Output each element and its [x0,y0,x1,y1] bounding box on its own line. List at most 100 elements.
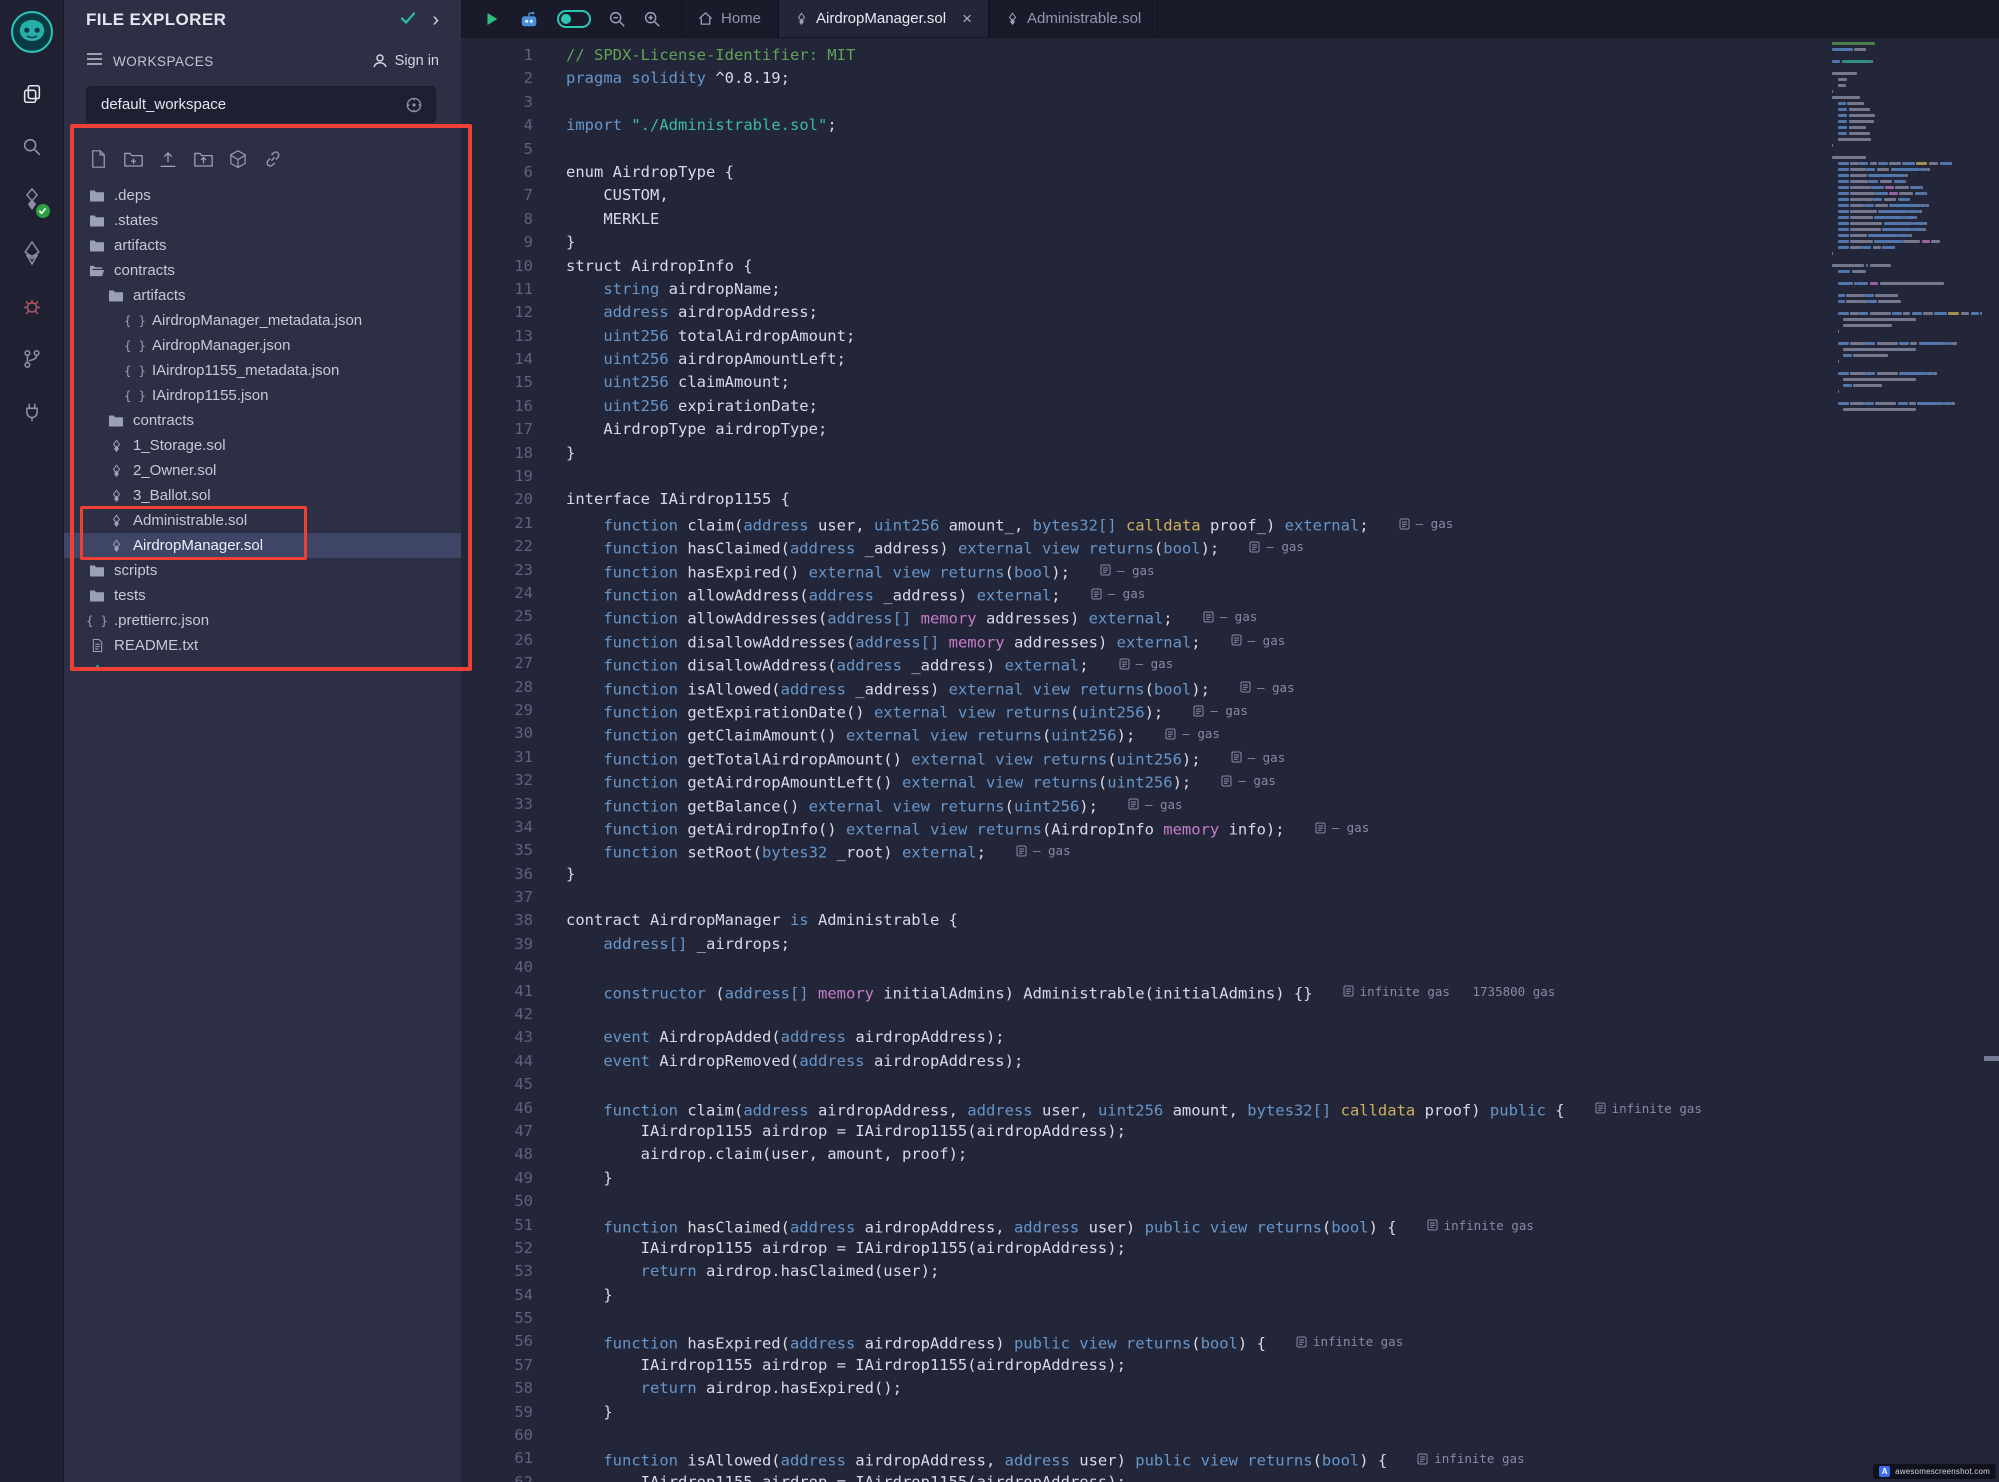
tree-item-3-ballot-sol[interactable]: 3_Ballot.sol [64,483,461,508]
minimap[interactable] [1832,40,1992,440]
code-line[interactable]: 58 return airdrop.hasExpired(); [461,1377,1999,1400]
code-line[interactable]: 3 [461,91,1999,114]
line-number[interactable]: 60 [461,1424,533,1447]
code-line[interactable]: 38contract AirdropManager is Administrab… [461,909,1999,932]
search-icon[interactable] [12,127,52,167]
line-number[interactable]: 61 [461,1447,533,1470]
code-line[interactable]: 35 function setRoot(bytes32 _root) exter… [461,839,1999,862]
line-number[interactable]: 21 [461,512,533,535]
line-number[interactable]: 22 [461,535,533,558]
plugin-manager-icon[interactable] [12,392,52,432]
line-number[interactable]: 57 [461,1354,533,1377]
code-line[interactable]: 25 function allowAddresses(address[] mem… [461,605,1999,628]
code-line[interactable]: 53 return airdrop.hasClaimed(user); [461,1260,1999,1283]
line-number[interactable]: 50 [461,1190,533,1213]
code-line[interactable]: 42 [461,1003,1999,1026]
line-number[interactable]: 38 [461,909,533,932]
line-number[interactable]: 7 [461,184,533,207]
deploy-run-icon[interactable] [12,233,52,273]
line-number[interactable]: 43 [461,1026,533,1049]
tree-item-artifacts[interactable]: artifacts [64,283,461,308]
code-line[interactable]: 10struct AirdropInfo { [461,255,1999,278]
tree-item-iairdrop1155-metadata-json[interactable]: { }IAirdrop1155_metadata.json [64,358,461,383]
line-number[interactable]: 37 [461,886,533,909]
line-number[interactable]: 54 [461,1284,533,1307]
code-line[interactable]: 26 function disallowAddresses(address[] … [461,629,1999,652]
tab-administrable-sol[interactable]: Administrable.sol [989,0,1158,37]
code-line[interactable]: 18} [461,442,1999,465]
line-number[interactable]: 1 [461,44,533,67]
line-number[interactable]: 29 [461,699,533,722]
code-line[interactable]: 29 function getExpirationDate() external… [461,699,1999,722]
line-number[interactable]: 10 [461,255,533,278]
line-number[interactable]: 51 [461,1214,533,1237]
zoom-in-icon[interactable] [643,10,661,28]
code-line[interactable]: 44 event AirdropRemoved(address airdropA… [461,1050,1999,1073]
line-number[interactable]: 45 [461,1073,533,1096]
code-line[interactable]: 62 IAirdrop1155 airdrop = IAirdrop1155(a… [461,1471,1999,1482]
file-explorer-icon[interactable] [12,74,52,114]
code-line[interactable]: 2pragma solidity ^0.8.19; [461,67,1999,90]
tree-item-administrable-sol[interactable]: Administrable.sol [64,508,461,533]
line-number[interactable]: 8 [461,208,533,231]
code-line[interactable]: 17 AirdropType airdropType; [461,418,1999,441]
workspace-select[interactable]: default_workspace [86,86,436,123]
git-icon[interactable] [12,339,52,379]
code-line[interactable]: 54 } [461,1284,1999,1307]
code-line[interactable]: 37 [461,886,1999,909]
line-number[interactable]: 28 [461,676,533,699]
code-line[interactable]: 33 function getBalance() external view r… [461,793,1999,816]
tab-home[interactable]: Home [681,0,778,37]
line-number[interactable]: 44 [461,1050,533,1073]
line-number[interactable]: 59 [461,1401,533,1424]
tree-item-airdropmanager-sol[interactable]: AirdropManager.sol [64,533,461,558]
code-line[interactable]: 14 uint256 airdropAmountLeft; [461,348,1999,371]
code-line[interactable]: 23 function hasExpired() external view r… [461,559,1999,582]
code-line[interactable]: 9} [461,231,1999,254]
new-folder-icon[interactable] [123,149,143,169]
code-line[interactable]: 15 uint256 claimAmount; [461,371,1999,394]
hamburger-menu-icon[interactable] [86,52,103,70]
line-number[interactable]: 16 [461,395,533,418]
code-line[interactable]: 48 airdrop.claim(user, amount, proof); [461,1143,1999,1166]
code-line[interactable]: 46 function claim(address airdropAddress… [461,1097,1999,1120]
code-line[interactable]: 52 IAirdrop1155 airdrop = IAirdrop1155(a… [461,1237,1999,1260]
line-number[interactable]: 34 [461,816,533,839]
line-number[interactable]: 33 [461,793,533,816]
sign-in-button[interactable]: Sign in [372,53,439,69]
line-number[interactable]: 35 [461,839,533,862]
code-line[interactable]: 56 function hasExpired(address airdropAd… [461,1330,1999,1353]
code-line[interactable]: 7 CUSTOM, [461,184,1999,207]
line-number[interactable]: 36 [461,863,533,886]
line-number[interactable]: 3 [461,91,533,114]
code-line[interactable]: 22 function hasClaimed(address _address)… [461,535,1999,558]
code-line[interactable]: 27 function disallowAddress(address _add… [461,652,1999,675]
run-script-button[interactable] [483,10,501,28]
line-number[interactable]: 12 [461,301,533,324]
line-number[interactable]: 23 [461,559,533,582]
code-line[interactable]: 55 [461,1307,1999,1330]
tree-item--prettierrc-json[interactable]: { }.prettierrc.json [64,608,461,633]
tree-item-contracts[interactable]: contracts [64,258,461,283]
remix-logo[interactable] [10,10,54,54]
tree-item-contracts[interactable]: contracts [64,408,461,433]
code-line[interactable]: 20interface IAirdrop1155 { [461,488,1999,511]
code-line[interactable]: 60 [461,1424,1999,1447]
copilot-toggle[interactable] [557,10,591,28]
code-line[interactable]: 57 IAirdrop1155 airdrop = IAirdrop1155(a… [461,1354,1999,1377]
line-number[interactable]: 2 [461,67,533,90]
tree-item-scripts[interactable]: scripts [64,558,461,583]
close-tab-icon[interactable]: × [962,10,972,27]
line-number[interactable]: 14 [461,348,533,371]
tree-item-readme-txt[interactable]: README.txt [64,633,461,658]
line-number[interactable]: 15 [461,371,533,394]
line-number[interactable]: 39 [461,933,533,956]
tab-airdropmanager-sol[interactable]: AirdropManager.sol × [778,0,989,37]
workspace-options-icon[interactable] [405,96,423,114]
code-line[interactable]: 41 constructor (address[] memory initial… [461,980,1999,1003]
code-line[interactable]: 51 function hasClaimed(address airdropAd… [461,1214,1999,1237]
code-line[interactable]: 11 string airdropName; [461,278,1999,301]
line-number[interactable]: 6 [461,161,533,184]
code-line[interactable]: 32 function getAirdropAmountLeft() exter… [461,769,1999,792]
line-number[interactable]: 31 [461,746,533,769]
